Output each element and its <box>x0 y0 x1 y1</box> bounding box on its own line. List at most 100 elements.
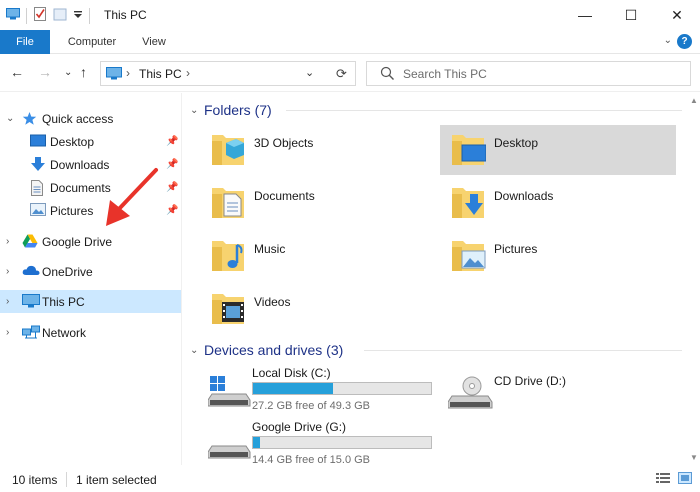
collapse-chevron-icon[interactable]: ⌄ <box>190 105 204 116</box>
network-icon <box>22 325 40 342</box>
cloud-icon <box>22 264 40 279</box>
sidebar-item-label: Network <box>42 325 87 340</box>
refresh-button[interactable]: ⟳ <box>328 61 356 86</box>
pin-icon[interactable]: 📌 <box>166 182 178 193</box>
expand-chevron-icon[interactable]: › <box>6 236 9 247</box>
drive-local-disk-c[interactable]: Local Disk (C:) 27.2 GB free of 49.3 GB <box>200 366 440 422</box>
folder-3d-objects[interactable]: 3D Objects <box>200 125 436 175</box>
customize-toolbar-icon[interactable] <box>73 9 83 23</box>
folder-downloads[interactable]: Downloads <box>440 178 676 228</box>
google-drive-icon <box>22 234 38 251</box>
properties-icon[interactable] <box>33 6 47 25</box>
scroll-down-icon[interactable]: ▼ <box>690 453 698 462</box>
tab-file[interactable]: File <box>0 30 50 54</box>
breadcrumb-separator[interactable]: › <box>126 66 130 80</box>
scroll-up-icon[interactable]: ▲ <box>690 96 698 105</box>
ribbon: File Computer View ⌄ ? <box>0 30 700 54</box>
drive-label: CD Drive (D:) <box>494 374 566 388</box>
collapse-chevron-icon[interactable]: ⌄ <box>6 113 14 124</box>
folder-videos[interactable]: Videos <box>200 284 436 334</box>
sidebar-item-desktop[interactable]: Desktop 📌 <box>0 130 181 153</box>
sidebar-item-this-pc[interactable]: › This PC <box>0 290 181 313</box>
status-divider <box>66 472 67 487</box>
folder-desktop[interactable]: Desktop <box>440 125 676 175</box>
search-icon <box>380 66 395 84</box>
drive-free-space: 27.2 GB free of 49.3 GB <box>252 400 371 412</box>
maximize-button[interactable]: ☐ <box>608 0 654 30</box>
details-view-icon[interactable] <box>656 472 670 487</box>
drive-usage-fill <box>253 437 261 448</box>
group-title: Folders (7) <box>204 102 272 118</box>
expand-chevron-icon[interactable]: › <box>6 266 9 277</box>
sidebar-item-onedrive[interactable]: › OneDrive <box>0 260 181 283</box>
pictures-icon <box>30 203 46 219</box>
folder-music[interactable]: Music <box>200 231 436 281</box>
downloads-folder-icon <box>450 182 486 223</box>
sidebar-item-label: Desktop <box>50 134 95 149</box>
expand-ribbon-icon[interactable]: ⌄ <box>664 35 672 46</box>
expand-chevron-icon[interactable]: › <box>6 327 9 338</box>
address-dropdown-button[interactable]: ⌄ <box>305 66 314 79</box>
folder-label: Pictures <box>494 242 538 256</box>
recent-locations-button[interactable]: ⌄ <box>64 67 72 78</box>
selection-count: 1 item selected <box>76 473 157 487</box>
document-icon <box>30 180 44 199</box>
folder-label: Desktop <box>494 136 539 150</box>
sidebar-item-label: OneDrive <box>42 264 93 279</box>
drive-usage-fill <box>253 383 333 394</box>
help-button[interactable]: ? <box>677 34 692 49</box>
up-button[interactable]: ↑ <box>80 64 87 80</box>
drive-label: Google Drive (G:) <box>252 420 347 434</box>
drive-label: Local Disk (C:) <box>252 366 331 380</box>
new-folder-icon[interactable] <box>53 7 67 24</box>
breadcrumb-separator[interactable]: › <box>186 66 190 80</box>
group-header-devices[interactable]: ⌄ Devices and drives (3) <box>190 340 690 360</box>
quick-access-toolbar <box>6 6 90 25</box>
group-divider <box>286 110 682 111</box>
drive-usage-bar <box>252 382 432 395</box>
pin-icon[interactable]: 📌 <box>166 159 178 170</box>
search-input[interactable] <box>403 65 673 82</box>
group-header-folders[interactable]: ⌄ Folders (7) <box>190 100 690 120</box>
sidebar-item-label: This PC <box>42 294 85 309</box>
back-button[interactable]: ← <box>10 64 24 80</box>
large-icons-view-icon[interactable] <box>678 472 692 487</box>
tab-view[interactable]: View <box>132 30 176 54</box>
forward-button[interactable]: → <box>38 64 52 80</box>
folder-documents[interactable]: Documents <box>200 178 436 228</box>
desktop-folder-icon <box>450 129 487 170</box>
monitor-icon <box>22 294 40 311</box>
title-bar: This PC — ☐ ✕ <box>0 0 700 30</box>
collapse-chevron-icon[interactable]: ⌄ <box>190 345 204 356</box>
folder-label: Music <box>254 242 286 256</box>
folder-label: 3D Objects <box>254 136 314 150</box>
sidebar-item-quick-access[interactable]: ⌄ Quick access <box>0 107 181 130</box>
documents-folder-icon <box>210 182 246 223</box>
monitor-icon <box>106 67 122 83</box>
breadcrumb-this-pc[interactable]: This PC <box>139 67 182 81</box>
folder-pictures[interactable]: Pictures <box>440 231 676 281</box>
pin-icon[interactable]: 📌 <box>166 205 178 216</box>
navigation-pane: ⌄ Quick access Desktop 📌 Downloads 📌 Doc… <box>0 93 181 465</box>
sidebar-item-network[interactable]: › Network <box>0 321 181 344</box>
toolbar-separator <box>26 7 27 24</box>
sidebar-item-label: Quick access <box>42 111 114 126</box>
folder-label: Videos <box>254 295 291 309</box>
vertical-scrollbar[interactable]: ▲ ▼ <box>687 93 700 465</box>
folder-label: Documents <box>254 189 315 203</box>
minimize-button[interactable]: — <box>562 0 608 30</box>
expand-chevron-icon[interactable]: › <box>6 296 9 307</box>
windows-drive-icon <box>207 376 252 411</box>
music-folder-icon <box>210 235 246 276</box>
group-divider <box>364 350 682 351</box>
download-icon <box>30 157 46 175</box>
sidebar-item-label: Google Drive <box>42 234 113 249</box>
close-button[interactable]: ✕ <box>654 0 700 30</box>
window-title: This PC <box>104 8 147 22</box>
address-bar[interactable]: › This PC › ⌄ <box>100 61 356 86</box>
item-count: 10 items <box>12 473 58 487</box>
search-box[interactable] <box>366 61 691 86</box>
drive-cd-d[interactable]: CD Drive (D:) <box>440 366 680 422</box>
pin-icon[interactable]: 📌 <box>166 136 178 147</box>
tab-computer[interactable]: Computer <box>60 30 124 54</box>
